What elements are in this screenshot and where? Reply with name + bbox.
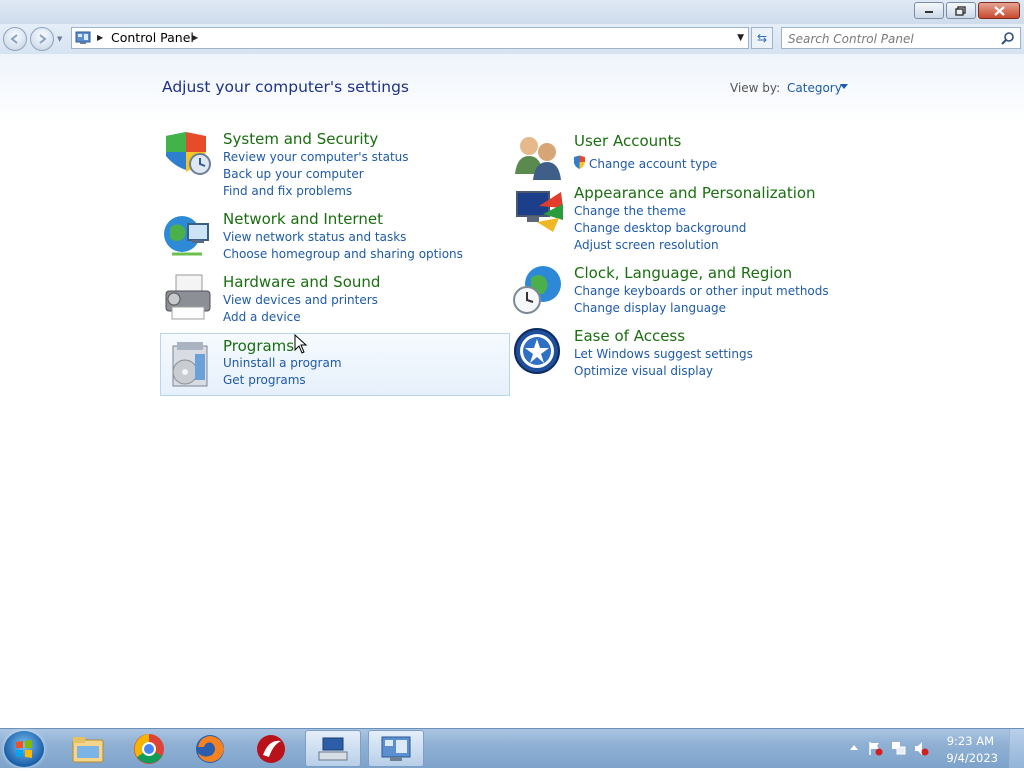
link-optimize-display[interactable]: Optimize visual display <box>574 364 713 378</box>
mouse-cursor-icon <box>294 334 308 354</box>
category-hardware-sound: Hardware and Sound View devices and prin… <box>162 273 502 329</box>
windows-explorer-icon <box>72 736 104 762</box>
show-hidden-icons-icon[interactable] <box>850 745 858 750</box>
show-desktop-button[interactable] <box>1009 729 1024 768</box>
search-box[interactable] <box>781 27 1021 49</box>
back-arrow-icon <box>10 34 18 44</box>
link-display-language[interactable]: Change display language <box>574 301 726 315</box>
link-change-account-type[interactable]: Change account type <box>589 157 717 171</box>
view-by-caret-icon[interactable] <box>840 84 848 89</box>
search-input[interactable] <box>788 30 993 48</box>
category-user-accounts: User Accounts Change account type <box>513 132 853 180</box>
link-find-fix-problems[interactable]: Find and fix problems <box>223 184 352 198</box>
category-title[interactable]: Clock, Language, and Region <box>574 264 792 282</box>
restore-button[interactable] <box>946 2 976 19</box>
breadcrumb-control-panel[interactable]: Control Panel <box>111 30 194 45</box>
windows-logo-icon <box>16 740 32 758</box>
category-ease-of-access: Ease of Access Let Windows suggest setti… <box>513 327 853 383</box>
users-icon[interactable] <box>513 132 565 184</box>
taskbar-keyboard-app[interactable] <box>305 730 361 767</box>
programs-icon[interactable] <box>165 340 217 392</box>
volume-muted-icon[interactable] <box>914 741 929 756</box>
network-tray-icon[interactable] <box>891 741 906 756</box>
network-globe-icon[interactable] <box>162 210 214 262</box>
clock-globe-icon[interactable] <box>513 264 565 316</box>
breadcrumb-separator-icon[interactable]: ▶ <box>97 33 103 42</box>
recent-pages-dropdown[interactable]: ▼ <box>57 35 62 43</box>
view-by-dropdown[interactable]: Category <box>787 81 842 95</box>
link-network-status[interactable]: View network status and tasks <box>223 230 406 244</box>
link-review-status[interactable]: Review your computer's status <box>223 150 409 164</box>
taskbar-control-panel[interactable] <box>368 730 424 767</box>
category-title[interactable]: System and Security <box>223 130 378 148</box>
firefox-icon <box>196 734 224 763</box>
minimize-icon <box>925 10 933 13</box>
address-dropdown-icon[interactable]: ▼ <box>737 33 744 43</box>
chrome-icon <box>134 733 164 764</box>
category-clock-language: Clock, Language, and Region Change keybo… <box>513 264 853 320</box>
category-title[interactable]: Hardware and Sound <box>223 273 380 291</box>
category-title[interactable]: Programs <box>223 337 294 355</box>
breadcrumb-chevron-icon[interactable]: ▶ <box>192 33 198 42</box>
link-keyboards-input[interactable]: Change keyboards or other input methods <box>574 284 829 298</box>
close-button[interactable] <box>978 2 1020 19</box>
refresh-button[interactable]: ⇆ <box>751 27 773 49</box>
window-controls <box>914 2 1020 19</box>
category-title[interactable]: User Accounts <box>574 132 681 150</box>
category-title[interactable]: Appearance and Personalization <box>574 184 816 202</box>
restore-icon <box>955 5 966 16</box>
address-bar[interactable]: ▶ Control Panel ▶ ▼ <box>71 27 749 49</box>
title-bar <box>0 0 1024 24</box>
uac-shield-icon <box>574 155 585 169</box>
keyboard-app-icon <box>318 737 348 760</box>
category-appearance: Appearance and Personalization Change th… <box>513 184 853 254</box>
link-change-theme[interactable]: Change the theme <box>574 204 686 218</box>
monitor-palette-icon[interactable] <box>513 184 565 236</box>
search-icon[interactable] <box>1001 31 1015 45</box>
control-panel-content: Adjust your computer's settings View by:… <box>0 54 1024 728</box>
category-title[interactable]: Network and Internet <box>223 210 383 228</box>
link-add-device[interactable]: Add a device <box>223 310 301 324</box>
link-backup[interactable]: Back up your computer <box>223 167 364 181</box>
start-button[interactable] <box>4 731 44 767</box>
ease-of-access-icon[interactable] <box>513 327 565 379</box>
link-suggest-settings[interactable]: Let Windows suggest settings <box>574 347 753 361</box>
clock-time[interactable]: 9:23 AM <box>947 734 994 748</box>
action-center-flag-icon[interactable] <box>868 741 883 756</box>
link-screen-resolution[interactable]: Adjust screen resolution <box>574 238 719 252</box>
app-red-icon <box>257 734 285 763</box>
view-by-label: View by: <box>730 81 781 95</box>
back-button[interactable] <box>3 27 27 51</box>
link-homegroup[interactable]: Choose homegroup and sharing options <box>223 247 463 261</box>
category-system-security: System and Security Review your computer… <box>162 130 502 200</box>
page-title: Adjust your computer's settings <box>162 78 409 96</box>
taskbar-chrome[interactable] <box>121 730 177 767</box>
category-title[interactable]: Ease of Access <box>574 327 685 345</box>
clock-date[interactable]: 9/4/2023 <box>946 751 998 765</box>
forward-button[interactable] <box>30 27 54 51</box>
printer-icon[interactable] <box>162 273 214 325</box>
taskbar-firefox[interactable] <box>182 730 238 767</box>
category-programs: Programs Uninstall a program Get program… <box>160 333 510 396</box>
link-desktop-background[interactable]: Change desktop background <box>574 221 746 235</box>
system-tray: 9:23 AM 9/4/2023 <box>824 729 1024 768</box>
taskbar-red-app[interactable] <box>243 730 299 767</box>
link-uninstall-program[interactable]: Uninstall a program <box>223 356 342 370</box>
category-network-internet: Network and Internet View network status… <box>162 210 502 266</box>
link-get-programs[interactable]: Get programs <box>223 373 306 387</box>
taskbar: 9:23 AM 9/4/2023 <box>0 728 1024 768</box>
minimize-button[interactable] <box>914 2 944 19</box>
shield-icon[interactable] <box>162 130 214 182</box>
control-panel-small-icon <box>75 31 91 44</box>
control-panel-icon <box>381 736 411 761</box>
taskbar-explorer[interactable] <box>60 730 116 767</box>
close-icon <box>993 5 1005 16</box>
forward-arrow-icon <box>39 34 47 44</box>
refresh-icon: ⇆ <box>756 31 768 45</box>
link-devices-printers[interactable]: View devices and printers <box>223 293 378 307</box>
